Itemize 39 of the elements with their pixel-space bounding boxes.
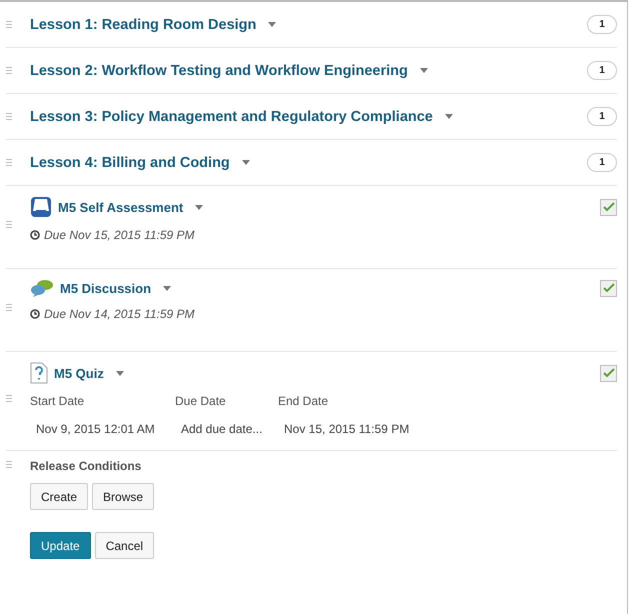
count-badge: 1: [587, 61, 617, 80]
date-header: Start Date: [30, 394, 86, 408]
update-button[interactable]: Update: [30, 532, 91, 559]
due-date: Due Nov 14, 2015 11:59 PM: [44, 307, 195, 321]
caret-icon[interactable]: [116, 370, 124, 376]
cancel-button[interactable]: Cancel: [94, 532, 154, 559]
caret-icon[interactable]: [242, 160, 250, 165]
count-badge: 1: [587, 107, 617, 126]
section-label: Release Conditions: [30, 459, 142, 473]
action-button[interactable]: Create: [30, 483, 88, 510]
count-badge: 1: [587, 15, 617, 34]
date-value[interactable]: Add due date...: [175, 422, 278, 436]
checkbox[interactable]: [600, 280, 617, 296]
clock-icon: [30, 230, 40, 240]
date-header: End Date: [278, 394, 330, 408]
item-title[interactable]: M5 Self Assessment: [58, 200, 184, 214]
lesson-title[interactable]: Lesson 4: Billing and Coding: [30, 154, 230, 170]
caret-icon[interactable]: [163, 286, 172, 290]
due-date: Due Nov 15, 2015 11:59 PM: [44, 228, 195, 242]
count-badge: 1: [587, 153, 617, 172]
date-value: Nov 15, 2015 11:59 PM: [283, 422, 410, 436]
item-title[interactable]: M5 Discussion: [60, 280, 152, 296]
lesson-title[interactable]: Lesson 1: Reading Room Design: [30, 16, 256, 32]
caret-icon[interactable]: [420, 68, 428, 73]
action-button[interactable]: Browse: [92, 483, 154, 510]
caret-icon[interactable]: [195, 204, 204, 210]
date-value: Nov 9, 2015 12:01 AM: [35, 422, 156, 436]
checkbox[interactable]: [600, 364, 617, 382]
caret-icon[interactable]: [444, 114, 453, 119]
question-page-icon: [30, 362, 48, 384]
item-title[interactable]: M5 Quiz: [54, 366, 104, 380]
lesson-title[interactable]: Lesson 3: Policy Management and Regulatory Compliance: [30, 108, 433, 124]
checkbox[interactable]: [600, 198, 617, 216]
caret-icon[interactable]: [268, 22, 276, 27]
inbox-icon: [30, 196, 52, 218]
lesson-title[interactable]: Lesson 2: Workflow Testing and Workflow Engineering: [30, 62, 408, 78]
clock-icon: [30, 309, 40, 319]
speech-bubbles-icon: [30, 279, 54, 297]
date-header: Due Date: [175, 394, 227, 408]
